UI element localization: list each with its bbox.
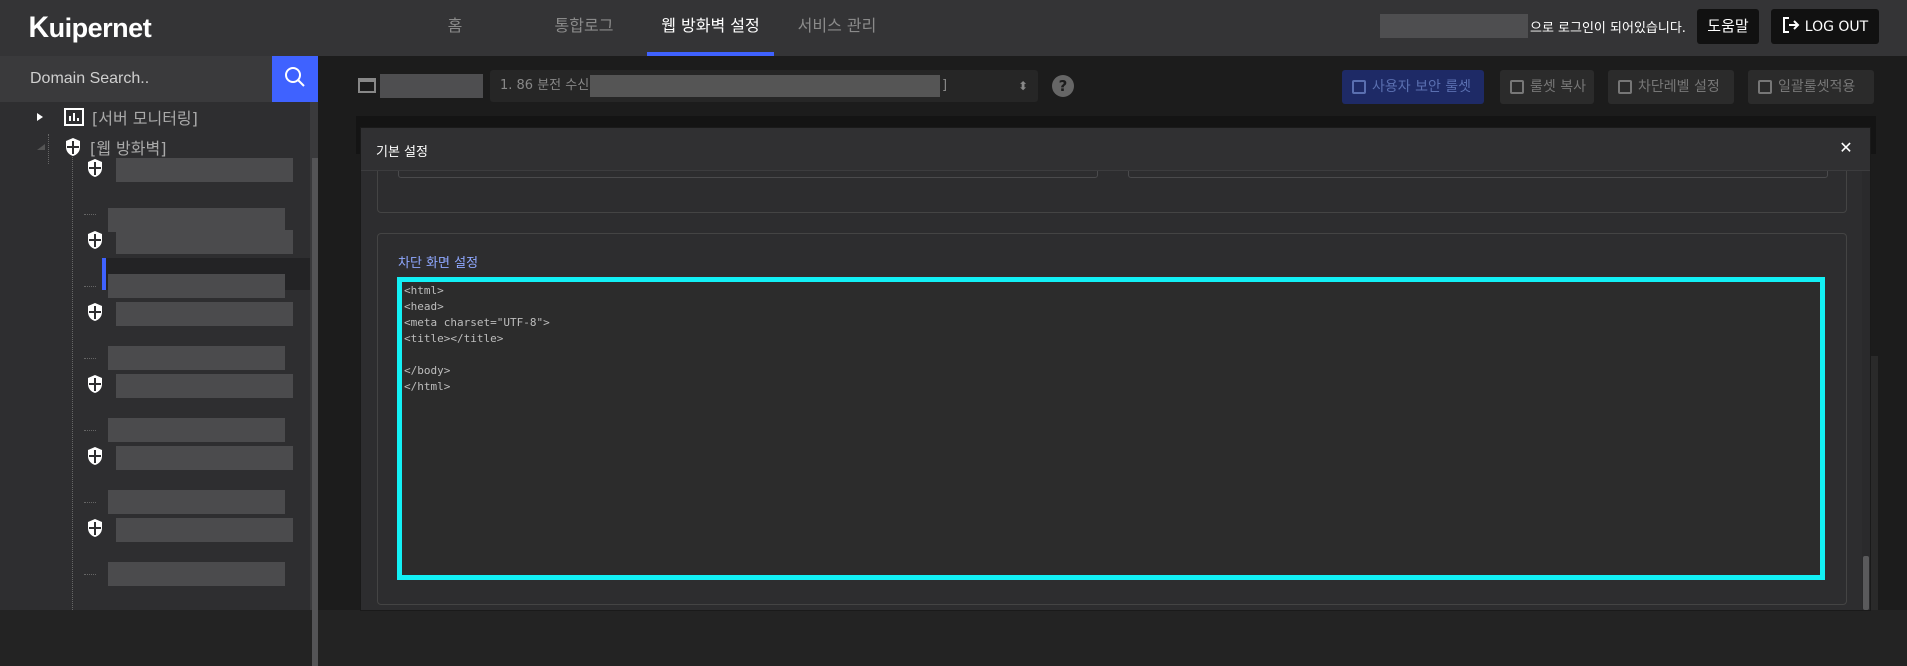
modal-body: 차단 화면 설정 <html> <head> <meta charset="UT… <box>361 171 1870 610</box>
nav-web-firewall-settings[interactable]: 웹 방화벽 설정 <box>647 0 774 56</box>
top-bar: K uipernet 홈 통합로그 웹 방화벽 설정 서비스 관리 으로 로그인… <box>0 0 1907 56</box>
modal-title: 기본 설정 <box>376 145 428 160</box>
refresh-status-select[interactable]: 1. 86 분전 수신[ ] ⬍ <box>490 70 1038 102</box>
help-button[interactable]: 도움말 <box>1697 9 1759 44</box>
tree-guide <box>84 214 96 215</box>
subdomain-name-redacted[interactable] <box>108 208 285 232</box>
domain-redacted <box>380 74 483 98</box>
shield-icon <box>88 159 102 177</box>
chart-icon <box>64 108 84 126</box>
tree-guide <box>84 430 96 431</box>
user-security-ruleset-label: 사용자 보안 룰셋 <box>1372 79 1472 95</box>
copy-icon <box>1510 80 1524 94</box>
shield-icon <box>88 375 102 393</box>
logo-k: K <box>28 11 50 44</box>
domain-search-input[interactable] <box>0 56 272 102</box>
logout-button[interactable]: LOG OUT <box>1771 9 1879 44</box>
rule-toolbar: 1. 86 분전 수신[ ] ⬍ ? 사용자 보안 룰셋 룰셋 복사 차단레벨 … <box>318 56 1907 116</box>
basic-settings-modal: 기본 설정 ✕ 차단 화면 설정 <html> <head> <meta cha… <box>361 128 1870 610</box>
shield-icon <box>88 303 102 321</box>
tree-guide <box>72 146 73 610</box>
domain-name-redacted[interactable] <box>116 302 293 326</box>
copy-ruleset-label: 룰셋 복사 <box>1530 79 1586 95</box>
subdomain-name-redacted[interactable] <box>108 346 285 370</box>
copy-ruleset-button[interactable]: 룰셋 복사 <box>1500 70 1594 104</box>
logout-label: LOG OUT <box>1804 18 1869 35</box>
add-document-icon <box>1352 80 1366 94</box>
subdomain-name-redacted[interactable] <box>108 418 285 442</box>
modal-scrollbar[interactable] <box>1862 171 1870 610</box>
modal-scrollbar-thumb[interactable] <box>1863 556 1869 610</box>
domain-name-redacted[interactable] <box>116 446 293 470</box>
tree-guide <box>84 286 96 287</box>
add-document-icon <box>1758 80 1772 94</box>
domain-name-redacted[interactable] <box>116 230 293 254</box>
tree-label-web-firewall: [웹 방화벽] <box>90 139 167 158</box>
shield-icon <box>88 519 102 537</box>
tree-guide <box>84 502 96 503</box>
block-page-settings-label: 차단 화면 설정 <box>398 256 479 271</box>
expand-arrow-icon[interactable] <box>36 112 44 122</box>
close-icon[interactable]: ✕ <box>1836 138 1856 158</box>
nav-integrated-log[interactable]: 통합로그 <box>552 0 616 56</box>
block-page-html-editor[interactable]: <html> <head> <meta charset="UTF-8"> <ti… <box>397 277 1825 580</box>
block-level-button[interactable]: 차단레벨 설정 <box>1608 70 1734 104</box>
username-redacted <box>1380 14 1528 38</box>
help-circle-icon[interactable]: ? <box>1052 75 1074 97</box>
block-level-label: 차단레벨 설정 <box>1638 79 1720 95</box>
shield-icon <box>88 447 102 465</box>
kuipernet-logo[interactable]: K uipernet <box>28 8 152 48</box>
login-status-text: 으로 로그인이 되어있습니다. <box>1530 21 1686 36</box>
nav-home[interactable]: 홈 <box>440 0 470 56</box>
bulk-apply-ruleset-button[interactable]: 일괄룰셋적용 <box>1748 70 1874 104</box>
selected-indicator <box>102 258 106 290</box>
settings-field[interactable] <box>398 171 1098 178</box>
refresh-status-close: ] <box>942 78 948 93</box>
subdomain-name-redacted[interactable] <box>108 562 285 586</box>
tree-guide <box>84 574 96 575</box>
refresh-status-text: 1. 86 분전 수신[ <box>500 78 595 93</box>
domain-tree: [서버 모니터링] [웹 방화벽] <box>0 102 310 610</box>
block-page-settings-section: 차단 화면 설정 <html> <head> <meta charset="UT… <box>377 233 1847 605</box>
tree-item-server-monitoring[interactable]: [서버 모니터링] <box>36 102 198 132</box>
previous-settings-section <box>377 171 1847 213</box>
tree-label-server-monitoring: [서버 모니터링] <box>92 109 198 128</box>
search-button[interactable] <box>272 56 318 102</box>
user-security-ruleset-button[interactable]: 사용자 보안 룰셋 <box>1342 70 1484 104</box>
bulk-apply-ruleset-label: 일괄룰셋적용 <box>1778 79 1856 95</box>
domain-name-redacted[interactable] <box>116 158 293 182</box>
sidebar: [서버 모니터링] [웹 방화벽] <box>0 56 318 666</box>
modal-header: 기본 설정 ✕ <box>361 128 1870 171</box>
settings-field[interactable] <box>1128 171 1828 178</box>
hand-icon <box>1618 80 1632 94</box>
tree-guide <box>84 358 96 359</box>
search-icon <box>284 66 306 92</box>
subdomain-name-redacted[interactable] <box>108 490 285 514</box>
domain-name-redacted[interactable] <box>116 518 293 542</box>
logout-icon <box>1782 16 1800 38</box>
window-icon <box>358 78 376 93</box>
logo-text: uipernet <box>48 12 152 43</box>
shield-icon <box>88 231 102 249</box>
nav-service-management[interactable]: 서비스 관리 <box>794 0 880 56</box>
updown-arrow-icon: ⬍ <box>1017 79 1028 93</box>
shield-icon <box>66 138 80 156</box>
collapse-arrow-icon[interactable] <box>36 143 46 151</box>
refresh-target-redacted <box>590 75 940 97</box>
domain-name-redacted[interactable] <box>116 374 293 398</box>
subdomain-name-redacted[interactable] <box>108 274 285 298</box>
